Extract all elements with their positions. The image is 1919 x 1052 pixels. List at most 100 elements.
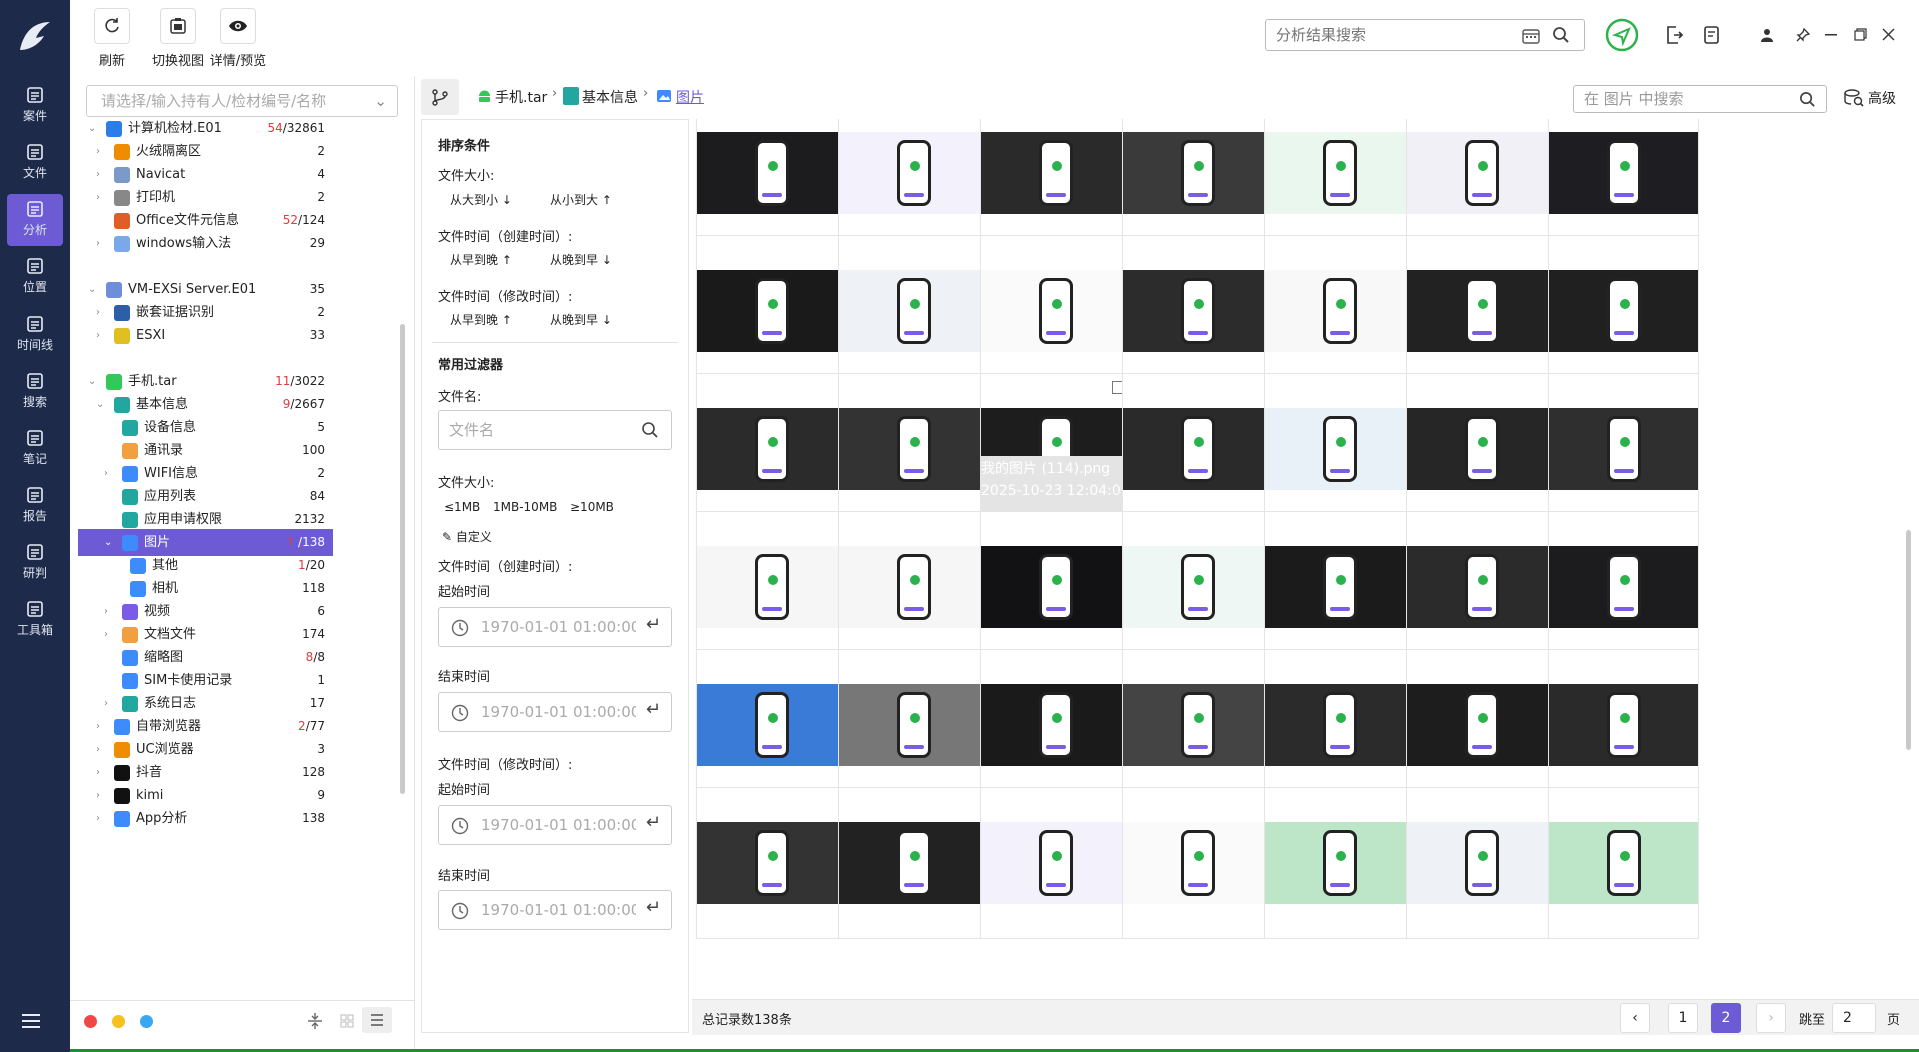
pin-icon[interactable] <box>1796 28 1810 42</box>
sort-mtime-asc[interactable]: 从早到晚 ↑ <box>450 311 512 328</box>
size-opt-small[interactable]: ≤1MB <box>444 500 480 514</box>
branch-button[interactable] <box>421 79 459 115</box>
image-thumbnail[interactable] <box>1548 119 1699 249</box>
image-thumbnail[interactable] <box>1264 787 1415 939</box>
image-thumbnail[interactable] <box>838 235 989 387</box>
detail-preview-button[interactable]: 详情/预览 <box>198 8 278 69</box>
grid-view-icon[interactable] <box>340 1014 354 1028</box>
chevron-right-icon[interactable]: › <box>96 805 108 832</box>
mtime-start-input[interactable]: 1970-01-01 01:00:00 ↵ <box>438 805 672 845</box>
user-icon[interactable] <box>1760 28 1774 42</box>
search-icon[interactable] <box>1552 26 1570 44</box>
rail-item-5[interactable]: 时间线 <box>7 309 63 361</box>
breadcrumb-item-basic[interactable]: 基本信息 <box>582 87 638 107</box>
minimize-icon[interactable] <box>1825 34 1837 36</box>
image-thumbnail[interactable] <box>696 511 847 663</box>
refresh-button[interactable]: 刷新 <box>92 8 132 69</box>
evidence-search-select[interactable]: 请选择/输入持有人/检材编号/名称 ⌄ <box>86 85 398 117</box>
red-status-dot[interactable] <box>84 1015 97 1028</box>
image-thumbnail[interactable] <box>838 511 989 663</box>
image-thumbnail[interactable] <box>980 787 1131 939</box>
breadcrumb-item-pictures[interactable]: 图片 <box>676 87 704 107</box>
yellow-status-dot[interactable] <box>112 1015 125 1028</box>
image-thumbnail[interactable] <box>1122 511 1273 663</box>
mtime-end-input[interactable]: 1970-01-01 01:00:00 ↵ <box>438 890 672 930</box>
sort-size-asc[interactable]: 从小到大 ↑ <box>550 191 612 208</box>
image-thumbnail[interactable] <box>980 649 1131 801</box>
image-thumbnail[interactable] <box>696 235 847 387</box>
image-thumbnail[interactable] <box>1122 649 1273 801</box>
image-thumbnail[interactable] <box>1406 235 1557 387</box>
rail-item-6[interactable]: 搜索 <box>7 366 63 418</box>
image-thumbnail[interactable] <box>1548 649 1699 801</box>
image-thumbnail[interactable] <box>1406 373 1557 525</box>
image-thumbnail[interactable] <box>980 235 1131 387</box>
sort-size-desc[interactable]: 从大到小 ↓ <box>450 191 512 208</box>
rail-item-1[interactable]: 案件 <box>7 80 63 132</box>
collapse-all-icon[interactable] <box>308 1012 322 1030</box>
tree-node[interactable]: › windows输入法 29 <box>78 230 333 257</box>
rail-item-4[interactable]: 位置 <box>7 251 63 303</box>
sort-mtime-desc[interactable]: 从晚到早 ↓ <box>550 311 612 328</box>
prev-page-button[interactable]: ‹ <box>1620 1003 1650 1033</box>
image-thumbnail[interactable] <box>1264 119 1415 249</box>
image-thumbnail[interactable] <box>1406 511 1557 663</box>
page-1-button[interactable]: 1 <box>1668 1003 1698 1033</box>
restore-icon[interactable] <box>1854 28 1867 41</box>
image-thumbnail[interactable] <box>1122 373 1273 525</box>
locate-target-icon[interactable] <box>1605 18 1639 52</box>
breadcrumb-item-phone[interactable]: 手机.tar <box>495 87 547 107</box>
rail-item-8[interactable]: 报告 <box>7 480 63 532</box>
size-opt-medium[interactable]: 1MB-10MB <box>493 500 557 514</box>
rail-item-9[interactable]: 研判 <box>7 537 63 589</box>
image-thumbnail[interactable] <box>1548 511 1699 663</box>
image-thumbnail[interactable] <box>696 787 847 939</box>
ctime-start-input[interactable]: 1970-01-01 01:00:00 ↵ <box>438 607 672 647</box>
image-thumbnail[interactable] <box>838 787 989 939</box>
image-thumbnail[interactable]: 我的图片 (114).png 2025-10-23 12:04:01 <box>980 373 1131 526</box>
rail-item-2[interactable]: 文件 <box>7 137 63 189</box>
image-search-input[interactable]: 在 图片 中搜索 <box>1573 85 1827 113</box>
tree-scrollbar[interactable] <box>400 324 405 794</box>
rail-item-10[interactable]: 工具箱 <box>7 594 63 646</box>
image-thumbnail[interactable] <box>1406 649 1557 801</box>
search-icon[interactable] <box>641 421 659 439</box>
page-2-button[interactable]: 2 <box>1711 1003 1741 1033</box>
rail-item-3[interactable]: 分析 <box>7 194 63 246</box>
rail-item-7[interactable]: 笔记 <box>7 423 63 475</box>
analysis-search-box[interactable] <box>1265 19 1585 51</box>
image-thumbnail[interactable] <box>1264 511 1415 663</box>
image-thumbnail[interactable] <box>1264 235 1415 387</box>
export-icon[interactable] <box>1664 25 1684 45</box>
sort-ctime-desc[interactable]: 从晚到早 ↓ <box>550 251 612 268</box>
tree-node[interactable]: › ESXI 33 <box>78 322 333 349</box>
search-icon[interactable] <box>1799 91 1816 108</box>
image-thumbnail[interactable] <box>1548 235 1699 387</box>
analysis-search-input[interactable] <box>1266 20 1506 50</box>
chevron-right-icon[interactable]: › <box>96 322 108 349</box>
image-thumbnail[interactable] <box>1264 373 1415 525</box>
enter-icon[interactable]: ↵ <box>646 691 661 729</box>
ctime-end-input[interactable]: 1970-01-01 01:00:00 ↵ <box>438 692 672 732</box>
calendar-icon[interactable] <box>1522 27 1540 44</box>
image-thumbnail[interactable] <box>1548 787 1699 939</box>
enter-icon[interactable]: ↵ <box>646 606 661 644</box>
image-thumbnail[interactable] <box>1264 649 1415 801</box>
sort-ctime-asc[interactable]: 从早到晚 ↑ <box>450 251 512 268</box>
image-thumbnail[interactable] <box>1406 787 1557 939</box>
image-thumbnail[interactable] <box>1122 119 1273 249</box>
menu-icon[interactable] <box>22 1014 40 1032</box>
image-thumbnail[interactable] <box>1122 235 1273 387</box>
grid-scrollbar[interactable] <box>1906 530 1911 750</box>
image-thumbnail[interactable] <box>1122 787 1273 939</box>
next-page-button[interactable]: › <box>1756 1003 1786 1033</box>
report-doc-icon[interactable] <box>1703 25 1721 45</box>
image-thumbnail[interactable] <box>838 119 989 249</box>
image-thumbnail[interactable] <box>696 649 847 801</box>
chevron-right-icon[interactable]: › <box>96 230 108 257</box>
filename-input[interactable]: 文件名 <box>438 410 672 450</box>
jump-page-input[interactable]: 2 <box>1832 1003 1876 1033</box>
size-opt-large[interactable]: ≥10MB <box>570 500 614 514</box>
enter-icon[interactable]: ↵ <box>646 804 661 842</box>
blue-status-dot[interactable] <box>140 1015 153 1028</box>
